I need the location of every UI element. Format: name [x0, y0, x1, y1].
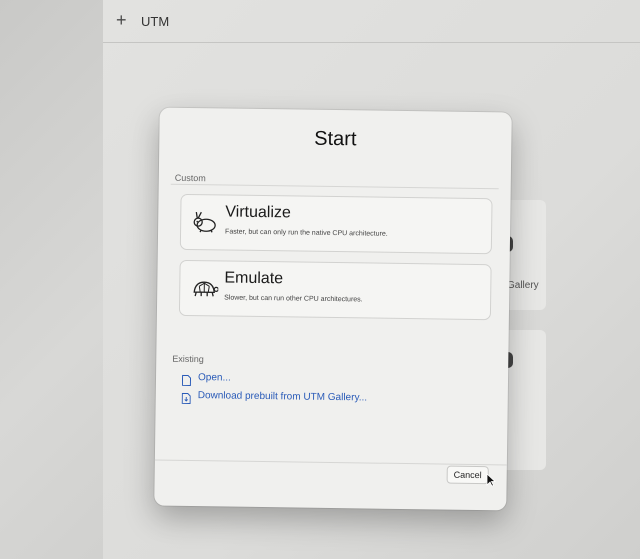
emulate-description: Slower, but can run other CPU architectu… — [224, 294, 363, 304]
cancel-button[interactable]: Cancel — [446, 465, 489, 485]
emulate-title: Emulate — [224, 269, 284, 288]
virtualize-description: Faster, but can only run the native CPU … — [225, 228, 388, 238]
mouse-pointer-icon — [486, 473, 497, 487]
virtualize-title: Virtualize — [225, 203, 291, 222]
emulate-option[interactable]: Emulate Slower, but can run other CPU ar… — [178, 259, 492, 321]
divider — [170, 183, 499, 190]
footer-divider — [154, 459, 507, 466]
existing-section-label: Existing — [172, 353, 204, 365]
rabbit-icon — [191, 211, 219, 233]
background-gallery-text: Gallery — [507, 280, 539, 291]
download-document-icon — [181, 391, 191, 405]
app-title: UTM — [141, 14, 170, 29]
plus-icon[interactable]: + — [116, 10, 127, 31]
screen: + UTM Gallery Start Custom Virtualize Fa… — [0, 0, 640, 559]
virtualize-option[interactable]: Virtualize Faster, but can only run the … — [179, 193, 493, 255]
turtle-icon — [190, 277, 219, 299]
open-link-label: Open... — [197, 372, 231, 384]
start-dialog: Start Custom Virtualize Faster, but can … — [154, 107, 512, 511]
dialog-title: Start — [314, 127, 357, 151]
download-gallery-link-label: Download prebuilt from UTM Gallery... — [197, 390, 368, 404]
background-toolbar — [103, 0, 640, 43]
document-icon — [181, 373, 192, 387]
custom-section-label: Custom — [174, 172, 206, 184]
